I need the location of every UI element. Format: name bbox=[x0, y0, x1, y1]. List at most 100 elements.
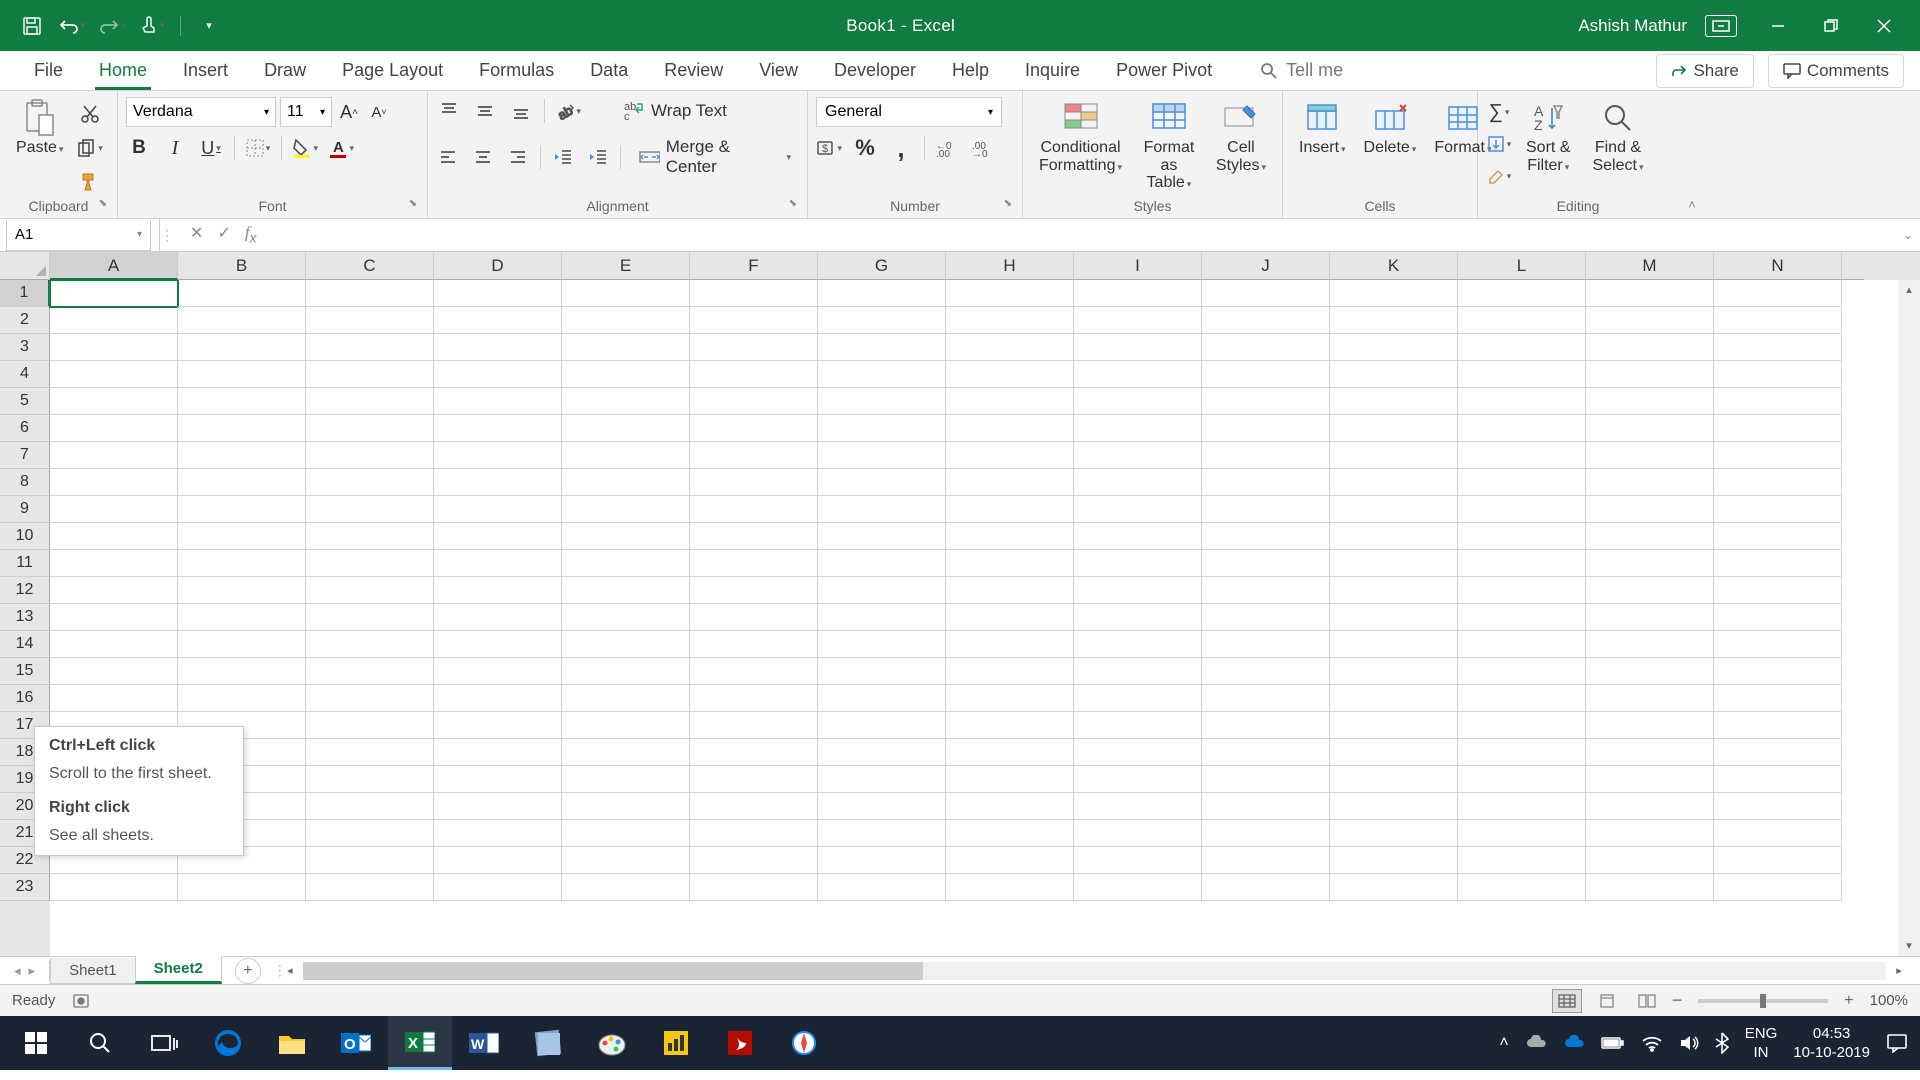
cell[interactable] bbox=[690, 820, 818, 847]
cell[interactable] bbox=[178, 631, 306, 658]
cell[interactable] bbox=[946, 307, 1074, 334]
italic-button[interactable]: I bbox=[162, 135, 188, 161]
bold-button[interactable]: B bbox=[126, 135, 152, 161]
cell[interactable] bbox=[946, 496, 1074, 523]
cell[interactable] bbox=[1458, 280, 1586, 307]
cell[interactable] bbox=[562, 415, 690, 442]
cell[interactable] bbox=[50, 523, 178, 550]
cell[interactable] bbox=[50, 442, 178, 469]
cell[interactable] bbox=[1330, 685, 1458, 712]
redo-button[interactable] bbox=[98, 12, 126, 40]
task-view-button[interactable] bbox=[132, 1016, 196, 1070]
cell[interactable] bbox=[1458, 577, 1586, 604]
excel-icon[interactable]: X bbox=[388, 1016, 452, 1070]
font-size-select[interactable]: 11▾ bbox=[280, 97, 332, 127]
cell[interactable] bbox=[818, 793, 946, 820]
cell[interactable] bbox=[306, 442, 434, 469]
cell[interactable] bbox=[434, 388, 562, 415]
bluetooth-icon[interactable] bbox=[1715, 1032, 1729, 1054]
undo-button[interactable] bbox=[58, 12, 86, 40]
col-header-F[interactable]: F bbox=[690, 252, 818, 280]
cell[interactable] bbox=[1586, 523, 1714, 550]
align-bottom-button[interactable] bbox=[508, 98, 534, 124]
cell[interactable] bbox=[818, 739, 946, 766]
tab-developer[interactable]: Developer bbox=[816, 52, 934, 89]
cell[interactable] bbox=[690, 658, 818, 685]
percent-button[interactable]: % bbox=[852, 135, 878, 161]
increase-indent-button[interactable] bbox=[585, 144, 610, 170]
start-button[interactable] bbox=[4, 1016, 68, 1070]
cell[interactable] bbox=[946, 469, 1074, 496]
cell[interactable] bbox=[562, 658, 690, 685]
cell[interactable] bbox=[818, 388, 946, 415]
font-name-select[interactable]: Verdana▾ bbox=[126, 97, 276, 127]
cell[interactable] bbox=[1714, 847, 1842, 874]
cell[interactable] bbox=[1202, 712, 1330, 739]
cell[interactable] bbox=[178, 334, 306, 361]
cell[interactable] bbox=[1458, 793, 1586, 820]
cell[interactable] bbox=[178, 658, 306, 685]
cell[interactable] bbox=[178, 550, 306, 577]
sheet-tab-sheet2[interactable]: Sheet2 bbox=[135, 956, 222, 984]
cell[interactable] bbox=[1458, 334, 1586, 361]
row-header[interactable]: 9 bbox=[0, 496, 50, 523]
normal-view-button[interactable] bbox=[1552, 989, 1582, 1013]
cell[interactable] bbox=[1202, 334, 1330, 361]
cell[interactable] bbox=[434, 469, 562, 496]
cell[interactable] bbox=[1458, 523, 1586, 550]
cell[interactable] bbox=[946, 712, 1074, 739]
scroll-left-button[interactable]: ◂ bbox=[281, 964, 299, 977]
cell[interactable] bbox=[690, 874, 818, 901]
cell[interactable] bbox=[306, 577, 434, 604]
cell[interactable] bbox=[562, 523, 690, 550]
cell[interactable] bbox=[1074, 658, 1202, 685]
page-break-view-button[interactable] bbox=[1632, 989, 1662, 1013]
tab-draw[interactable]: Draw bbox=[246, 52, 324, 89]
cell[interactable] bbox=[178, 496, 306, 523]
cell[interactable] bbox=[306, 847, 434, 874]
cell[interactable] bbox=[818, 307, 946, 334]
cell[interactable] bbox=[434, 631, 562, 658]
cell[interactable] bbox=[1586, 334, 1714, 361]
cell[interactable] bbox=[562, 712, 690, 739]
ribbon-display-icon[interactable] bbox=[1705, 15, 1737, 37]
col-header-H[interactable]: H bbox=[946, 252, 1074, 280]
row-header[interactable]: 4 bbox=[0, 361, 50, 388]
cell[interactable] bbox=[306, 766, 434, 793]
align-top-button[interactable] bbox=[436, 98, 462, 124]
cell[interactable] bbox=[690, 307, 818, 334]
save-icon[interactable] bbox=[18, 12, 46, 40]
cell[interactable] bbox=[946, 793, 1074, 820]
cell[interactable] bbox=[946, 442, 1074, 469]
cell[interactable] bbox=[818, 469, 946, 496]
cell[interactable] bbox=[434, 847, 562, 874]
maximize-button[interactable] bbox=[1808, 11, 1853, 41]
cell[interactable] bbox=[818, 577, 946, 604]
conditional-formatting-button[interactable]: ConditionalFormatting bbox=[1031, 97, 1130, 176]
cell[interactable] bbox=[306, 388, 434, 415]
cell[interactable] bbox=[50, 280, 178, 307]
cell[interactable] bbox=[306, 820, 434, 847]
cell[interactable] bbox=[1458, 712, 1586, 739]
cell[interactable] bbox=[1458, 550, 1586, 577]
cell[interactable] bbox=[946, 847, 1074, 874]
cell[interactable] bbox=[818, 523, 946, 550]
cell[interactable] bbox=[178, 523, 306, 550]
cell[interactable] bbox=[562, 739, 690, 766]
language-indicator[interactable]: ENGIN bbox=[1745, 1024, 1778, 1063]
cell[interactable] bbox=[1330, 847, 1458, 874]
tray-chevron-icon[interactable]: ˄ bbox=[1499, 1034, 1508, 1052]
cell[interactable] bbox=[946, 280, 1074, 307]
outlook-icon[interactable]: O bbox=[324, 1016, 388, 1070]
cell[interactable] bbox=[50, 361, 178, 388]
decrease-decimal-button[interactable]: .00→0 bbox=[971, 135, 997, 161]
col-header-A[interactable]: A bbox=[50, 252, 178, 280]
formula-input[interactable] bbox=[275, 219, 1896, 251]
cell[interactable] bbox=[690, 442, 818, 469]
cell[interactable] bbox=[1714, 388, 1842, 415]
tab-data[interactable]: Data bbox=[572, 52, 646, 89]
cell[interactable] bbox=[1330, 523, 1458, 550]
cell[interactable] bbox=[690, 631, 818, 658]
cell[interactable] bbox=[434, 712, 562, 739]
onedrive-icon-2[interactable] bbox=[1563, 1035, 1585, 1051]
